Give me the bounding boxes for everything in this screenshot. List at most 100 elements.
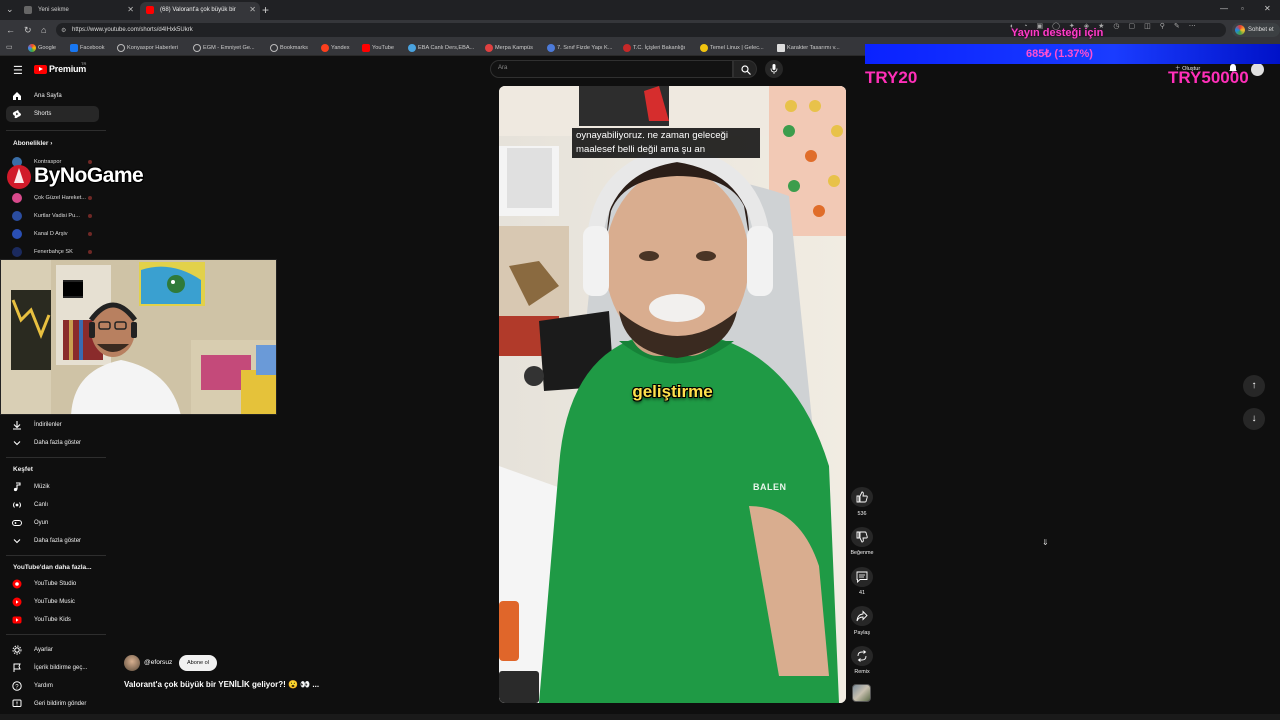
subscription-item[interactable]: Kanal D Arşiv (12, 227, 92, 241)
tab-new[interactable]: Yeni sekme ✕ (18, 2, 138, 20)
bookmark-egm[interactable]: EGM - Emniyet Ge... (193, 43, 255, 53)
chevron-down-icon (13, 441, 21, 446)
sidebar-item-label: Shorts (34, 111, 52, 117)
sidebar-item-feedback[interactable]: Geri bildirim gönder (10, 696, 100, 712)
window-close-icon[interactable]: ✕ (1264, 4, 1271, 13)
youtube-logo-icon[interactable] (34, 65, 47, 74)
sidebar-item-kids[interactable]: YouTube Kids (10, 612, 100, 628)
audio-source-thumbnail[interactable] (852, 684, 871, 702)
bookmark-merpa[interactable]: Merpa Kampüs (485, 43, 533, 53)
site-info-icon[interactable]: ⚙ (61, 25, 66, 37)
copilot-icon (1235, 25, 1245, 35)
subscription-item[interactable]: Çok Güzel Hareket... (12, 191, 92, 205)
search-input[interactable]: Ara (490, 60, 733, 78)
sidebar-item-studio[interactable]: YouTube Studio (10, 576, 100, 592)
sidebar-item-label: İçerik bildirme geç... (34, 665, 88, 671)
next-short-button[interactable]: ↓ (1243, 408, 1265, 430)
reload-icon[interactable]: ↻ (24, 24, 32, 36)
account-avatar[interactable] (1251, 63, 1264, 76)
sidebar-item-settings[interactable]: Ayarlar (10, 642, 100, 658)
bookmark-icon (777, 44, 785, 52)
sidebar-item-report-history[interactable]: İçerik bildirme geç... (10, 660, 100, 676)
bookmark-google[interactable]: Google (28, 43, 56, 53)
show-more-button[interactable]: Daha fazla göster (10, 435, 100, 451)
sidebar-item-live[interactable]: Canlı (10, 497, 100, 513)
youtube-studio-icon (12, 579, 22, 589)
subscription-item[interactable]: Fenerbahçe SK (12, 245, 92, 259)
sidebar-item-music[interactable]: Müzik (10, 479, 100, 495)
maximize-icon[interactable]: ▫ (1241, 4, 1244, 13)
donation-amount: 685₺ (1.37%) (1026, 48, 1093, 60)
bookmark-karakter[interactable]: Karakter Tasarımı v... (777, 43, 840, 53)
subscription-item[interactable]: Kurtlar Vadisi Pu... (12, 209, 92, 223)
sidebar-item-shorts[interactable]: Shorts (6, 106, 99, 122)
tab-title: (68) Valorant'a çok büyük bir (160, 7, 236, 13)
home-icon[interactable]: ⌂ (41, 24, 46, 36)
previous-short-button[interactable]: ↑ (1243, 375, 1265, 397)
new-tab-favicon-icon (24, 6, 32, 14)
chevron-right-icon: › (50, 140, 53, 147)
bookmark-eba[interactable]: EBA Canlı Ders,EBA... (408, 43, 474, 53)
share-arrow-icon (856, 610, 868, 622)
share-button[interactable] (851, 606, 873, 626)
browser-tab-bar: ⌄ Yeni sekme ✕ (68) Valorant'a çok büyük… (0, 0, 1280, 20)
sidebar-item-label: YouTube Kids (34, 617, 71, 623)
chevron-down-icon (13, 539, 21, 544)
comments-button[interactable] (851, 567, 873, 587)
sidebar-item-home[interactable]: Ana Sayfa (10, 88, 100, 104)
show-more-label: Daha fazla göster (34, 440, 82, 446)
comment-count: 41 (859, 590, 865, 596)
back-arrow-icon[interactable]: ← (6, 24, 15, 36)
sidebar-item-downloads[interactable]: İndirilenler (10, 417, 100, 433)
share-label: Paylaş (853, 630, 871, 636)
bookmark-icisleri[interactable]: T.C. İçişleri Bakanlığı (623, 43, 685, 53)
voice-search-button[interactable] (765, 60, 783, 78)
apps-icon[interactable]: ▭ (6, 42, 13, 54)
bookmark-bookmarks[interactable]: Bookmarks (270, 43, 308, 53)
subscribe-button[interactable]: Abone ol (179, 655, 217, 671)
like-button[interactable] (851, 487, 873, 507)
menu-icon[interactable]: ☰ (13, 64, 23, 77)
bookmark-fizik[interactable]: 7. Sınıf Fizde Yapı K... (547, 43, 612, 53)
chat-button[interactable]: Sohbet et (1232, 23, 1280, 37)
sidebar-item-label: İndirilenler (34, 422, 62, 428)
remix-button[interactable] (851, 646, 873, 666)
thumbs-down-icon (856, 531, 868, 543)
short-title[interactable]: Valorant'a çok büyük bir YENİLİK geliyor… (124, 680, 319, 689)
minimize-icon[interactable]: — (1220, 4, 1228, 13)
thumbs-up-icon (856, 491, 868, 503)
tab-search-icon[interactable]: ⌄ (6, 3, 14, 15)
gear-icon (12, 645, 22, 655)
globe-icon (193, 44, 201, 52)
bottom-strip (0, 714, 1280, 720)
youtube-favicon-icon (146, 6, 154, 14)
bookmark-linux[interactable]: Temel Linux | Gelec... (700, 43, 764, 53)
more-from-youtube-heading: YouTube'dan daha fazla... (13, 564, 92, 571)
region-code: TR (81, 61, 87, 66)
channel-avatar[interactable] (124, 655, 140, 671)
bynogame-logo-icon (7, 165, 31, 189)
search-button[interactable] (733, 60, 757, 78)
bookmark-youtube[interactable]: YouTube (362, 43, 394, 53)
bookmark-yandex[interactable]: Yandex (321, 43, 350, 53)
arrow-down-icon: ↓ (1251, 413, 1257, 424)
sidebar-item-gaming[interactable]: Oyun (10, 515, 100, 531)
sidebar-item-label: Ana Sayfa (34, 93, 62, 99)
sidebar-item-help[interactable]: ? Yardım (10, 678, 100, 694)
short-video-player[interactable]: oynayabiliyoruz. ne zaman geleceği maale… (499, 86, 846, 703)
download-icon (13, 421, 21, 430)
google-icon (28, 44, 36, 52)
close-tab-icon[interactable]: ✕ (127, 2, 134, 18)
bookmark-facebook[interactable]: Facebook (70, 43, 105, 53)
tab-youtube[interactable]: (68) Valorant'a çok büyük bir ✕ (140, 2, 260, 20)
subscriptions-heading[interactable]: Abonelikler › (13, 140, 52, 147)
explore-show-more-button[interactable]: Daha fazla göster (10, 533, 100, 549)
dislike-button[interactable] (851, 527, 873, 547)
bookmark-konyaspor[interactable]: Konyaspor Haberleri (117, 43, 178, 53)
close-tab-icon[interactable]: ✕ (249, 2, 256, 18)
sidebar-item-music-app[interactable]: YouTube Music (10, 594, 100, 610)
channel-name[interactable]: @eforsuz (144, 659, 172, 666)
new-tab-plus-icon[interactable]: + (262, 2, 269, 18)
feedback-icon (12, 699, 22, 707)
bookmark-icon (547, 44, 555, 52)
